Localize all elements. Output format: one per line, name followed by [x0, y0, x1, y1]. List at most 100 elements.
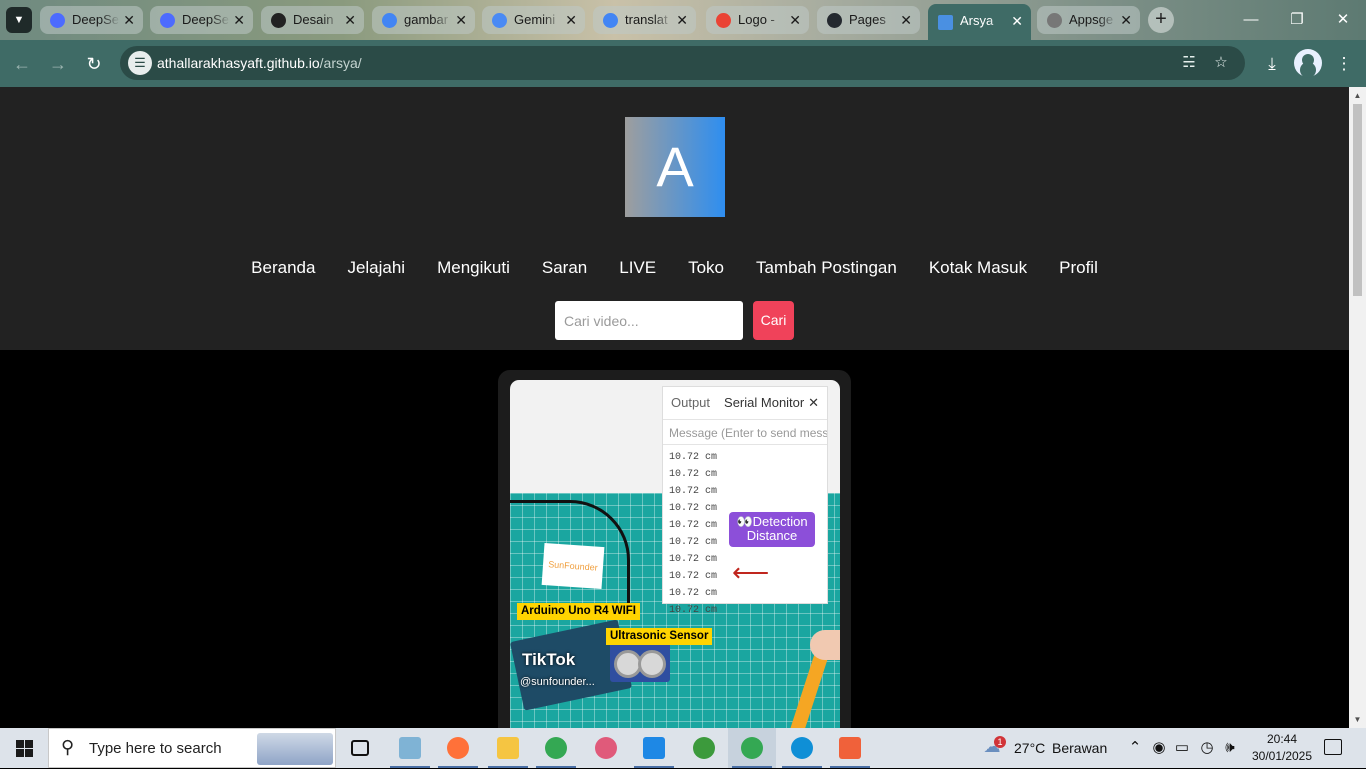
browser-tab[interactable]: translat ✕	[593, 6, 696, 34]
main-nav: Beranda Jelajahi Mengikuti Saran LIVE Toko Tam…	[0, 258, 1349, 278]
taskbar-app-task-view[interactable]	[336, 728, 384, 768]
tab-close-icon[interactable]: ✕	[565, 6, 577, 34]
restore-button[interactable]: ❐	[1274, 0, 1320, 40]
site-header: A Beranda Jelajahi Mengikuti Saran LIVE Toko T…	[0, 87, 1349, 350]
tab-title: Pages	[849, 12, 886, 27]
address-bar[interactable]: ☰ athallarakhasyaft.github.io/arsya/ ☵ ☆	[120, 46, 1245, 80]
taskbar-app-file-explorer[interactable]	[484, 728, 532, 768]
taskbar-app-paint-app[interactable]	[582, 728, 630, 768]
nav-link-tambah-postingan[interactable]: Tambah Postingan	[756, 258, 897, 278]
nav-link-beranda[interactable]: Beranda	[251, 258, 315, 278]
tab-close-icon[interactable]: ✕	[676, 6, 688, 34]
reload-icon[interactable]: ↻	[80, 50, 108, 78]
nav-link-mengikuti[interactable]: Mengikuti	[437, 258, 510, 278]
browser-tab[interactable]: Arsya ✕	[928, 4, 1031, 40]
translate-icon[interactable]: ☵	[1178, 52, 1200, 74]
weather-temp[interactable]: 27°C	[1014, 728, 1045, 768]
taskbar-app-green-app[interactable]	[680, 728, 728, 768]
red-arrow-icon: ⟵	[732, 557, 770, 587]
browser-tab[interactable]: Appsge ✕	[1037, 6, 1140, 34]
firefox-icon	[447, 737, 469, 759]
git-app-icon	[839, 737, 861, 759]
volume-icon[interactable]: 🕪	[1221, 739, 1239, 757]
taskbar-app-chrome[interactable]	[532, 728, 580, 768]
tab-favicon-icon	[827, 13, 842, 28]
nav-link-saran[interactable]: Saran	[542, 258, 587, 278]
scroll-thumb[interactable]	[1353, 104, 1362, 296]
taskbar-app-git-app[interactable]	[826, 728, 874, 768]
browser-tab[interactable]: DeepSeek✕	[150, 6, 253, 34]
taskbar-app-firefox[interactable]	[434, 728, 482, 768]
taskbar-search-box[interactable]: ⚲ Type here to search	[48, 728, 336, 768]
notification-icon[interactable]	[1324, 739, 1342, 755]
chrome-icon	[741, 737, 763, 759]
tab-close-icon[interactable]: ✕	[1120, 6, 1132, 34]
tab-title: Gemini	[514, 12, 556, 27]
weather-text[interactable]: Berawan	[1052, 728, 1107, 768]
tab-close-icon[interactable]: ✕	[344, 6, 356, 34]
nav-link-kotak-masuk[interactable]: Kotak Masuk	[929, 258, 1027, 278]
tab-title: gambar	[404, 12, 449, 27]
file-explorer-icon	[497, 737, 519, 759]
profile-avatar-icon[interactable]	[1294, 49, 1322, 77]
minimize-button[interactable]: —	[1228, 0, 1274, 40]
site-logo[interactable]: A	[625, 117, 725, 217]
windows-start-icon[interactable]	[0, 728, 48, 768]
tab-title: Logo -	[738, 12, 775, 27]
clock-date: 30/01/2025	[1251, 749, 1313, 763]
scroll-down-icon[interactable]: ▼	[1349, 711, 1366, 728]
taskbar-app-notepad-plus[interactable]	[386, 728, 434, 768]
tab-search-chevron-icon[interactable]: ▼	[6, 7, 32, 33]
page-scrollbar[interactable]: ▲ ▼	[1349, 87, 1366, 728]
download-icon[interactable]: ⤓	[1258, 50, 1286, 78]
tab-close-icon[interactable]: ✕	[123, 6, 135, 34]
nav-link-jelajahi[interactable]: Jelajahi	[347, 258, 405, 278]
video-search-input[interactable]	[555, 301, 743, 340]
forward-arrow-icon[interactable]: →	[44, 50, 72, 78]
new-tab-button[interactable]: +	[1148, 7, 1174, 33]
detection-distance-badge: 👀Detection Distance	[729, 512, 815, 547]
browser-tab[interactable]: Desain ✕	[261, 6, 364, 34]
back-arrow-icon[interactable]: ←	[8, 50, 36, 78]
scroll-up-icon[interactable]: ▲	[1349, 87, 1366, 104]
serial-line: 10.72 cm	[669, 486, 718, 497]
video-player[interactable]: SunFounder Output Serial Monitor ✕ Message…	[510, 380, 840, 728]
page-viewport: A Beranda Jelajahi Mengikuti Saran LIVE Toko T…	[0, 87, 1349, 728]
taskbar-app-chrome[interactable]	[728, 728, 776, 768]
tray-chevron-icon[interactable]: ⌃	[1126, 739, 1144, 757]
search-button[interactable]: Cari	[753, 301, 794, 340]
tab-close-icon[interactable]: ✕	[233, 6, 245, 34]
tab-title: Appsge	[1069, 12, 1114, 27]
tab-close-icon[interactable]: ✕	[900, 6, 912, 34]
taskbar-app-vscode[interactable]	[630, 728, 678, 768]
tiktok-watermark: TikTok	[522, 650, 576, 669]
bookmark-star-icon[interactable]: ☆	[1210, 52, 1232, 74]
taskbar-clock[interactable]: 20:44 30/01/2025	[1244, 731, 1320, 765]
browser-tab[interactable]: DeepSeek✕	[40, 6, 143, 34]
clock-time: 20:44	[1266, 732, 1298, 746]
taskbar-app-edge[interactable]	[778, 728, 826, 768]
browser-tab[interactable]: Pages ✕	[817, 6, 920, 34]
tab-close-icon[interactable]: ✕	[455, 6, 467, 34]
close-window-button[interactable]: ✕	[1320, 0, 1366, 40]
badge-line-2: Distance	[746, 528, 798, 543]
video-card[interactable]: SunFounder Output Serial Monitor ✕ Message…	[498, 370, 851, 728]
nav-link-profil[interactable]: Profil	[1059, 258, 1098, 278]
browser-tab[interactable]: Gemini ✕	[482, 6, 585, 34]
browser-tab[interactable]: Logo - ✕	[706, 6, 809, 34]
url-text[interactable]: athallarakhasyaft.github.io/arsya/	[157, 46, 362, 80]
tab-title: DeepSeek	[72, 12, 120, 27]
battery-icon[interactable]: ▭	[1173, 739, 1191, 757]
browser-tab[interactable]: gambar ✕	[372, 6, 475, 34]
serial-tab-monitor: Serial Monitor	[724, 395, 805, 410]
site-info-icon[interactable]: ☰	[128, 51, 152, 75]
nav-link-toko[interactable]: Toko	[688, 258, 724, 278]
record-icon[interactable]: ◉	[1150, 739, 1168, 757]
tab-close-icon[interactable]: ✕	[1011, 4, 1023, 38]
tab-close-icon[interactable]: ✕	[789, 6, 801, 34]
menu-kebab-icon[interactable]: ⋮	[1330, 50, 1358, 78]
chrome-icon	[545, 737, 567, 759]
nav-link-live[interactable]: LIVE	[619, 258, 656, 278]
wifi-icon[interactable]: ◷	[1198, 739, 1216, 757]
label-arduino: Arduino Uno R4 WIFI	[517, 603, 640, 620]
